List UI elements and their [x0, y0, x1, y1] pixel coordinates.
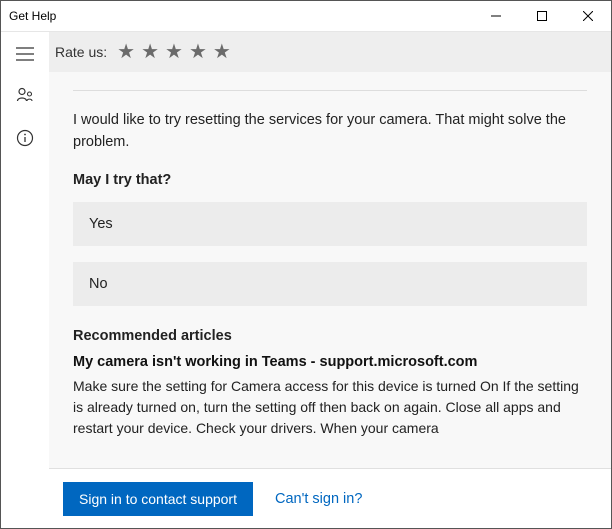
content-area: Rate us: ★ ★ ★ ★ ★ I would like to try r… — [49, 32, 611, 528]
minimize-button[interactable] — [473, 1, 519, 31]
assistant-question: May I try that? — [73, 172, 587, 188]
rating-stars: ★ ★ ★ ★ ★ — [117, 42, 231, 62]
assistant-message: I would like to try resetting the servic… — [73, 109, 587, 154]
sign-in-contact-support-button[interactable]: Sign in to contact support — [63, 482, 253, 516]
rate-us-bar: Rate us: ★ ★ ★ ★ ★ — [49, 32, 611, 72]
star-3[interactable]: ★ — [165, 42, 183, 62]
rate-us-label: Rate us: — [55, 44, 107, 60]
article-snippet: Make sure the setting for Camera access … — [73, 376, 587, 439]
get-help-window: Get Help Rate us: ★ — [0, 0, 612, 529]
star-2[interactable]: ★ — [141, 42, 159, 62]
close-icon — [583, 11, 593, 21]
option-no-button[interactable]: No — [73, 262, 587, 306]
contact-support-icon — [16, 87, 34, 105]
divider — [73, 90, 587, 91]
info-button[interactable] — [15, 128, 35, 148]
close-button[interactable] — [565, 1, 611, 31]
left-sidebar — [1, 32, 49, 528]
contact-support-button[interactable] — [15, 86, 35, 106]
maximize-icon — [537, 11, 547, 21]
star-5[interactable]: ★ — [213, 42, 231, 62]
star-1[interactable]: ★ — [117, 42, 135, 62]
minimize-icon — [491, 11, 501, 21]
info-icon — [16, 129, 34, 147]
maximize-button[interactable] — [519, 1, 565, 31]
titlebar: Get Help — [1, 1, 611, 32]
star-4[interactable]: ★ — [189, 42, 207, 62]
recommended-articles-heading: Recommended articles — [73, 328, 587, 344]
body: Rate us: ★ ★ ★ ★ ★ I would like to try r… — [1, 32, 611, 528]
option-yes-button[interactable]: Yes — [73, 202, 587, 246]
hamburger-menu-button[interactable] — [15, 44, 35, 64]
window-title: Get Help — [1, 9, 473, 23]
cant-sign-in-link[interactable]: Can't sign in? — [275, 491, 362, 507]
article-title[interactable]: My camera isn't working in Teams - suppo… — [73, 354, 587, 370]
chat-scroll-area[interactable]: I would like to try resetting the servic… — [49, 72, 611, 468]
hamburger-icon — [16, 47, 34, 61]
bottom-bar: Sign in to contact support Can't sign in… — [49, 468, 611, 528]
